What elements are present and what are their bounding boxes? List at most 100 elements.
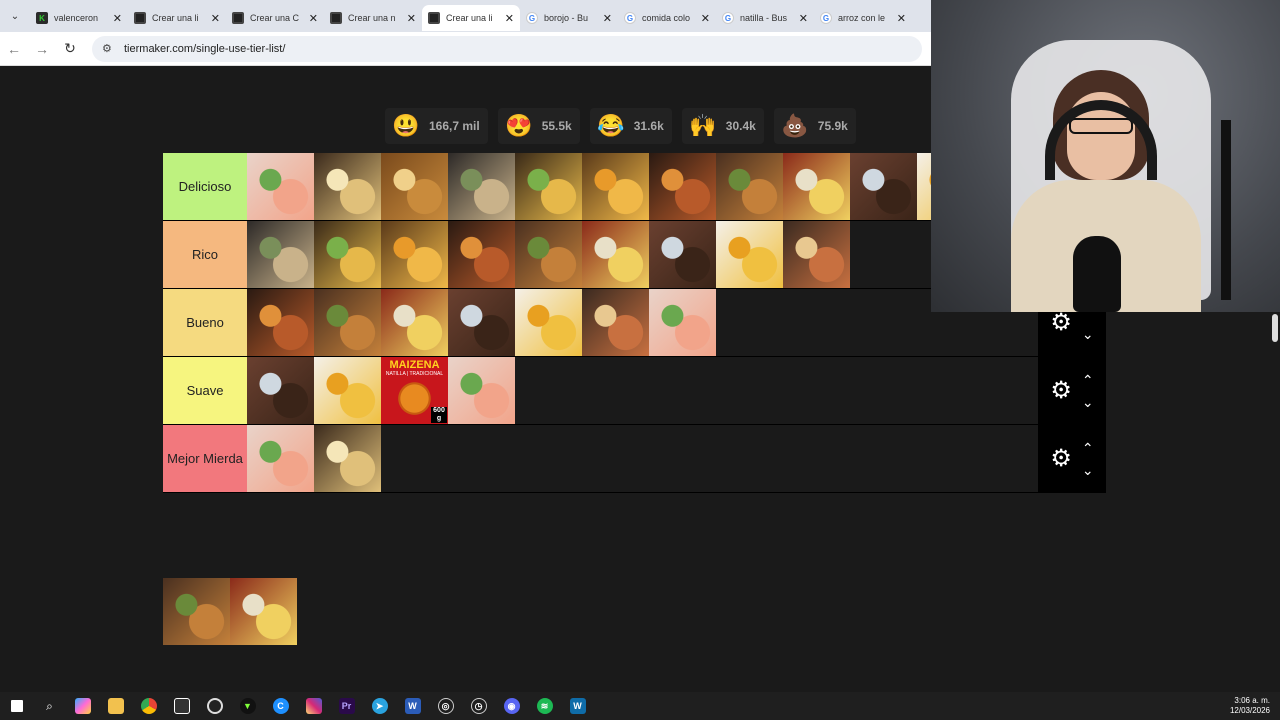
food-item-yuca-sandwich[interactable] bbox=[247, 289, 314, 356]
close-tab-icon[interactable]: ✕ bbox=[309, 12, 318, 25]
browser-tab[interactable]: Gborojo - Bu ✕ bbox=[520, 5, 618, 31]
food-item-borojo[interactable] bbox=[314, 357, 381, 424]
network-app-icon[interactable]: ◎ bbox=[429, 692, 462, 720]
close-tab-icon[interactable]: ✕ bbox=[113, 12, 122, 25]
browser-tab[interactable]: Crear una li ✕ bbox=[128, 5, 226, 31]
discord-icon[interactable]: ◉ bbox=[495, 692, 528, 720]
move-tier-up-chevron-icon[interactable]: ⌃ bbox=[1082, 369, 1094, 391]
tier-items-dropzone[interactable] bbox=[247, 153, 1038, 220]
food-item-sancocho-pot[interactable] bbox=[230, 578, 297, 645]
food-item-fried-plantains[interactable] bbox=[515, 153, 582, 220]
premiere-icon[interactable]: Pr bbox=[330, 692, 363, 720]
tier-label[interactable]: Mejor Mierda bbox=[163, 425, 247, 492]
address-bar[interactable]: ⚙ tiermaker.com/single-use-tier-list/ bbox=[92, 35, 922, 62]
close-tab-icon[interactable]: ✕ bbox=[603, 12, 612, 25]
move-tier-down-chevron-icon[interactable]: ⌄ bbox=[1082, 323, 1094, 345]
tier-label[interactable]: Suave bbox=[163, 357, 247, 424]
food-item-peanuts[interactable] bbox=[247, 357, 314, 424]
food-item-tamal-stew[interactable] bbox=[649, 153, 716, 220]
tier-items-dropzone[interactable] bbox=[247, 425, 1038, 492]
tier-settings-gear-icon[interactable]: ⚙ bbox=[1050, 444, 1072, 473]
food-item-pulled-pork[interactable] bbox=[448, 221, 515, 288]
vpn-icon[interactable]: ▼ bbox=[231, 692, 264, 720]
food-item-rice-pudding[interactable] bbox=[448, 289, 515, 356]
food-item-corn-drink[interactable] bbox=[381, 289, 448, 356]
food-item-chocolate-cup[interactable] bbox=[314, 289, 381, 356]
timer-icon[interactable]: ◷ bbox=[462, 692, 495, 720]
food-item-cappuccino[interactable] bbox=[783, 221, 850, 288]
food-item-chicharron-plate[interactable] bbox=[515, 289, 582, 356]
search-icon[interactable]: ⌕ bbox=[33, 692, 66, 720]
raised-hands-reaction-button[interactable]: 🙌 30.4k bbox=[681, 108, 764, 144]
tier-items-dropzone[interactable] bbox=[247, 221, 1038, 288]
chrome-icon[interactable] bbox=[132, 692, 165, 720]
streamlabs-icon[interactable]: W bbox=[561, 692, 594, 720]
move-tier-up-chevron-icon[interactable]: ⌃ bbox=[1082, 437, 1094, 459]
browser-tab[interactable]: Gcomida colo ✕ bbox=[618, 5, 716, 31]
word-icon[interactable]: W bbox=[396, 692, 429, 720]
food-item-morcilla[interactable] bbox=[314, 425, 381, 492]
close-tab-icon[interactable]: ✕ bbox=[799, 12, 808, 25]
forward-arrow-icon[interactable]: → bbox=[28, 41, 56, 57]
site-settings-icon[interactable]: ⚙ bbox=[102, 42, 116, 55]
spotify-icon[interactable]: ≋ bbox=[528, 692, 561, 720]
close-tab-icon[interactable]: ✕ bbox=[211, 12, 220, 25]
food-item-picada-platter[interactable] bbox=[716, 153, 783, 220]
browser-tab[interactable]: Crear una C ✕ bbox=[226, 5, 324, 31]
laughing-reaction-button[interactable]: 😂 31.6k bbox=[589, 108, 672, 144]
browser-tab[interactable]: Crear una li ✕ bbox=[422, 5, 520, 31]
food-item-tamales[interactable] bbox=[515, 221, 582, 288]
copilot-icon[interactable] bbox=[66, 692, 99, 720]
obs-icon[interactable] bbox=[198, 692, 231, 720]
tier-label[interactable]: Delicioso bbox=[163, 153, 247, 220]
tier-items-dropzone[interactable] bbox=[247, 289, 1038, 356]
page-scrollbar[interactable] bbox=[1270, 312, 1280, 692]
cursor-app-icon[interactable]: C bbox=[264, 692, 297, 720]
food-item-changua[interactable] bbox=[448, 357, 515, 424]
food-item-fried-chicken[interactable] bbox=[381, 153, 448, 220]
food-item-cholado[interactable] bbox=[649, 289, 716, 356]
tier-items-dropzone[interactable]: MAIZENA NATILLA | TRADICIONAL 600 g bbox=[247, 357, 1038, 424]
browser-tab[interactable]: Kvalenceron ✕ bbox=[30, 5, 128, 31]
browser-tab[interactable]: Garroz con le ✕ bbox=[814, 5, 912, 31]
food-item-lulada-drink[interactable] bbox=[247, 425, 314, 492]
food-item-bandeja-paisa[interactable] bbox=[247, 221, 314, 288]
close-tab-icon[interactable]: ✕ bbox=[505, 12, 514, 25]
windows-start-icon[interactable] bbox=[0, 692, 33, 720]
food-item-pandebono[interactable] bbox=[582, 153, 649, 220]
food-item-shrimp-cocktail[interactable] bbox=[247, 153, 314, 220]
browser-tab[interactable]: Gnatilla - Bus ✕ bbox=[716, 5, 814, 31]
move-tier-down-chevron-icon[interactable]: ⌄ bbox=[1082, 391, 1094, 413]
browser-tab[interactable]: Crear una n ✕ bbox=[324, 5, 422, 31]
back-arrow-icon[interactable]: ← bbox=[0, 41, 28, 57]
reload-icon[interactable]: ↻ bbox=[56, 40, 84, 57]
smile-reaction-button[interactable]: 😃 166,7 mil bbox=[385, 108, 488, 144]
tier-settings-gear-icon[interactable]: ⚙ bbox=[1050, 376, 1072, 405]
food-item-arepa-sandwich[interactable] bbox=[314, 153, 381, 220]
food-item-ajiaco[interactable] bbox=[381, 221, 448, 288]
food-item-ajiaco-bowl[interactable] bbox=[163, 578, 230, 645]
food-item-waffles[interactable] bbox=[582, 289, 649, 356]
food-item-sancocho[interactable] bbox=[314, 221, 381, 288]
food-item-bread-basket[interactable] bbox=[582, 221, 649, 288]
telegram-icon[interactable]: ➤ bbox=[363, 692, 396, 720]
food-item-toasted-sandwich[interactable] bbox=[448, 153, 515, 220]
close-tab-icon[interactable]: ✕ bbox=[407, 12, 416, 25]
tier-label[interactable]: Rico bbox=[163, 221, 247, 288]
food-item-cheese-guava[interactable] bbox=[716, 221, 783, 288]
instagram-icon[interactable] bbox=[297, 692, 330, 720]
food-item-cake-dessert[interactable] bbox=[783, 153, 850, 220]
food-item-hot-chocolate[interactable] bbox=[850, 153, 917, 220]
food-item-natilla-bowl[interactable] bbox=[649, 221, 716, 288]
close-tab-icon[interactable]: ✕ bbox=[701, 12, 710, 25]
close-tab-icon[interactable]: ✕ bbox=[897, 12, 906, 25]
tab-search-chevron-icon[interactable]: ⌄ bbox=[0, 0, 30, 32]
heart-eyes-reaction-button[interactable]: 😍 55.5k bbox=[497, 108, 580, 144]
camera-app-icon[interactable] bbox=[165, 692, 198, 720]
scrollbar-thumb[interactable] bbox=[1272, 314, 1278, 342]
poop-reaction-button[interactable]: 💩 75.9k bbox=[773, 108, 856, 144]
food-item-maizena-natilla[interactable]: MAIZENA NATILLA | TRADICIONAL 600 g bbox=[381, 357, 448, 424]
move-tier-down-chevron-icon[interactable]: ⌄ bbox=[1082, 459, 1094, 481]
tier-label[interactable]: Bueno bbox=[163, 289, 247, 356]
file-explorer-icon[interactable] bbox=[99, 692, 132, 720]
